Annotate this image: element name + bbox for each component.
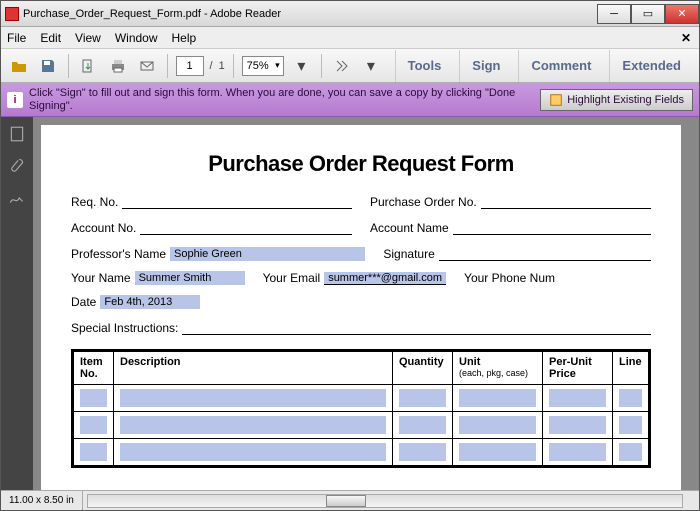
field-your-email[interactable]: summer***@gmail.com: [324, 272, 446, 285]
pdf-page: Purchase Order Request Form Req. No. Pur…: [41, 125, 681, 490]
th-desc: Description: [114, 352, 393, 385]
field-acct-name[interactable]: [453, 219, 651, 235]
sign-message-bar: i Click "Sign" to fill out and sign this…: [1, 83, 699, 117]
label-acct-no: Account No.: [71, 221, 136, 235]
highlight-fields-button[interactable]: Highlight Existing Fields: [540, 89, 693, 111]
field-prof[interactable]: Sophie Green: [170, 247, 365, 261]
field-special[interactable]: [182, 319, 651, 335]
label-req-no: Req. No.: [71, 195, 118, 209]
reading-mode-icon[interactable]: [330, 54, 353, 78]
cell-item-no[interactable]: [74, 385, 114, 412]
field-acct-no[interactable]: [140, 219, 352, 235]
export-icon[interactable]: [77, 54, 100, 78]
cell-qty[interactable]: [393, 439, 453, 466]
cell-line[interactable]: [613, 385, 649, 412]
highlight-icon: [549, 93, 563, 107]
zoom-value: 75%: [247, 60, 269, 72]
menu-edit[interactable]: Edit: [40, 31, 61, 45]
th-price: Per-Unit Price: [543, 352, 613, 385]
cell-line[interactable]: [613, 439, 649, 466]
label-your-phone: Your Phone Num: [464, 271, 555, 285]
pdf-icon: [5, 7, 19, 21]
label-date: Date: [71, 295, 96, 309]
th-item-no: Item No.: [74, 352, 114, 385]
cell-price[interactable]: [543, 439, 613, 466]
attachment-icon[interactable]: [8, 157, 26, 175]
open-icon[interactable]: [7, 54, 30, 78]
table-row: [74, 385, 649, 412]
panel-comment[interactable]: Comment: [518, 50, 603, 82]
chevron-down-icon[interactable]: ▾: [359, 54, 382, 78]
highlight-label: Highlight Existing Fields: [567, 94, 684, 106]
label-prof: Professor's Name: [71, 247, 166, 261]
document-viewport[interactable]: Purchase Order Request Form Req. No. Pur…: [33, 117, 699, 490]
side-toolbar: [1, 117, 33, 490]
label-signature: Signature: [383, 247, 434, 261]
minimize-button[interactable]: ─: [597, 4, 631, 24]
toolbar: / 1 75% ▾ ▾ Tools Sign Comment Extended: [1, 49, 699, 83]
cell-item-no[interactable]: [74, 412, 114, 439]
label-acct-name: Account Name: [370, 221, 449, 235]
cell-unit[interactable]: [453, 412, 543, 439]
menu-file[interactable]: File: [7, 31, 26, 45]
cell-unit[interactable]: [453, 385, 543, 412]
zoom-select[interactable]: 75%: [242, 56, 284, 76]
page-dimensions: 11.00 x 8.50 in: [1, 491, 83, 510]
label-your-email: Your Email: [263, 271, 321, 285]
thumbnails-icon[interactable]: [8, 125, 26, 143]
email-icon[interactable]: [135, 54, 158, 78]
cell-desc[interactable]: [114, 385, 393, 412]
chevron-down-icon[interactable]: ▾: [290, 54, 313, 78]
info-icon: i: [7, 92, 23, 108]
th-unit: Unit(each, pkg, case): [453, 352, 543, 385]
label-po-no: Purchase Order No.: [370, 195, 477, 209]
cell-item-no[interactable]: [74, 439, 114, 466]
menubar-close-icon[interactable]: ✕: [681, 31, 691, 45]
sign-message: Click "Sign" to fill out and sign this f…: [29, 87, 534, 111]
page-input[interactable]: [176, 56, 204, 76]
horizontal-scrollbar[interactable]: [87, 494, 683, 508]
table-row: [74, 439, 649, 466]
page-separator: /: [210, 60, 213, 72]
label-your-name: Your Name: [71, 271, 131, 285]
print-icon[interactable]: [106, 54, 129, 78]
menu-view[interactable]: View: [75, 31, 101, 45]
form-title: Purchase Order Request Form: [71, 151, 651, 177]
th-line: Line: [613, 352, 649, 385]
cell-unit[interactable]: [453, 439, 543, 466]
field-signature[interactable]: [439, 245, 651, 261]
cell-price[interactable]: [543, 385, 613, 412]
th-qty: Quantity: [393, 352, 453, 385]
signature-icon[interactable]: [8, 189, 26, 207]
items-table: Item No. Description Quantity Unit(each,…: [71, 349, 651, 468]
close-button[interactable]: ✕: [665, 4, 699, 24]
field-your-name[interactable]: Summer Smith: [135, 271, 245, 285]
window-title: Purchase_Order_Request_Form.pdf - Adobe …: [23, 8, 597, 20]
panel-tools[interactable]: Tools: [395, 50, 454, 82]
titlebar: Purchase_Order_Request_Form.pdf - Adobe …: [1, 1, 699, 27]
page-total: 1: [219, 60, 225, 72]
scroll-thumb[interactable]: [326, 495, 366, 507]
field-req-no[interactable]: [122, 193, 352, 209]
panel-sign[interactable]: Sign: [459, 50, 512, 82]
field-po-no[interactable]: [481, 193, 651, 209]
menu-help[interactable]: Help: [172, 31, 197, 45]
menubar: File Edit View Window Help ✕: [1, 27, 699, 49]
cell-qty[interactable]: [393, 412, 453, 439]
cell-desc[interactable]: [114, 439, 393, 466]
cell-line[interactable]: [613, 412, 649, 439]
cell-qty[interactable]: [393, 385, 453, 412]
menu-window[interactable]: Window: [115, 31, 158, 45]
statusbar: 11.00 x 8.50 in: [1, 490, 699, 510]
cell-price[interactable]: [543, 412, 613, 439]
table-row: [74, 412, 649, 439]
save-icon[interactable]: [36, 54, 59, 78]
panel-extended[interactable]: Extended: [609, 50, 693, 82]
maximize-button[interactable]: ▭: [631, 4, 665, 24]
label-special: Special Instructions:: [71, 321, 178, 335]
field-date[interactable]: Feb 4th, 2013: [100, 295, 200, 309]
cell-desc[interactable]: [114, 412, 393, 439]
